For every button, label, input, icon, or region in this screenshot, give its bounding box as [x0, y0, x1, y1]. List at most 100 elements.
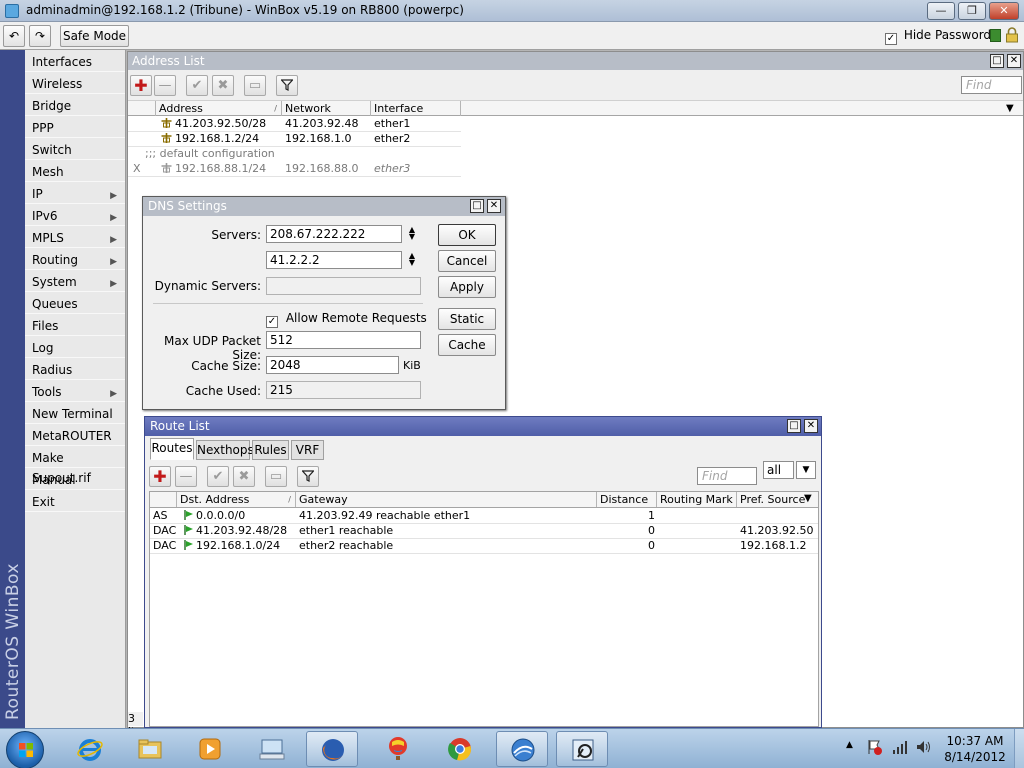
- show-hidden-icons-icon[interactable]: ▲: [846, 740, 853, 750]
- route-filter-select[interactable]: all: [763, 461, 794, 479]
- taskbar-chrome[interactable]: [434, 731, 486, 767]
- filter-dropdown-icon[interactable]: ▼: [796, 461, 816, 479]
- menu-item-manual[interactable]: Manual: [25, 470, 125, 490]
- menu-item-bridge[interactable]: Bridge: [25, 96, 125, 116]
- flag-column-header[interactable]: [128, 101, 156, 116]
- taskbar-windows-explorer[interactable]: [124, 731, 176, 767]
- dns-server-1-input[interactable]: 208.67.222.222: [266, 225, 402, 243]
- taskbar-remote-desktop[interactable]: [246, 731, 298, 767]
- server-2-reorder-icon[interactable]: ▲ ▼: [407, 252, 417, 268]
- menu-item-new-terminal[interactable]: New Terminal: [25, 404, 125, 424]
- table-row[interactable]: DAC 192.168.1.0/24 ether2 reachable 0 19…: [150, 539, 818, 554]
- add-route-button[interactable]: ✚: [149, 466, 171, 487]
- action-center-flag-icon[interactable]: [866, 739, 882, 755]
- volume-icon[interactable]: [916, 740, 932, 754]
- ok-button[interactable]: OK: [438, 224, 496, 246]
- dst-address-column-header[interactable]: Dst. Address /: [177, 492, 296, 507]
- table-row[interactable]: AS 0.0.0.0/0 41.203.92.49 reachable ethe…: [150, 509, 818, 524]
- enable-button[interactable]: ✔: [186, 75, 208, 96]
- remove-route-button[interactable]: —: [175, 466, 197, 487]
- allow-remote-requests-toggle[interactable]: ✓ Allow Remote Requests: [266, 311, 427, 328]
- column-menu-dropdown-icon[interactable]: ▼: [804, 493, 812, 504]
- safe-mode-button[interactable]: Safe Mode: [60, 25, 129, 47]
- table-row[interactable]: X 192.168.88.1/24 192.168.88.0 ether3: [128, 162, 461, 177]
- routing-mark-column-header[interactable]: Routing Mark: [657, 492, 737, 507]
- filter-button[interactable]: [276, 75, 298, 96]
- menu-item-radius[interactable]: Radius: [25, 360, 125, 380]
- menu-item-ppp[interactable]: PPP: [25, 118, 125, 138]
- flags-column-header[interactable]: [150, 492, 177, 507]
- taskbar-media-player[interactable]: [184, 731, 236, 767]
- table-row[interactable]: DAC 41.203.92.48/28 ether1 reachable 0 4…: [150, 524, 818, 539]
- tab-rules[interactable]: Rules: [252, 440, 289, 460]
- disable-route-button[interactable]: ✖: [233, 466, 255, 487]
- route-list-close-button[interactable]: ✕: [804, 419, 818, 433]
- taskbar-firefox[interactable]: [306, 731, 358, 767]
- interface-column-header[interactable]: Interface: [371, 101, 461, 116]
- route-list-maximize-button[interactable]: □: [787, 419, 801, 433]
- menu-item-metarouter[interactable]: MetaROUTER: [25, 426, 125, 446]
- start-button[interactable]: [6, 731, 44, 768]
- table-row[interactable]: 41.203.92.50/28 41.203.92.48 ether1: [128, 117, 461, 132]
- dns-server-2-input[interactable]: 41.2.2.2: [266, 251, 402, 269]
- dns-titlebar[interactable]: DNS Settings: [143, 197, 505, 216]
- taskbar-clock[interactable]: 10:37 AM 8/14/2012: [940, 733, 1010, 765]
- redo-button[interactable]: ↷: [29, 25, 51, 47]
- dns-maximize-button[interactable]: □: [470, 199, 484, 213]
- menu-item-routing[interactable]: Routing ▶: [25, 250, 125, 270]
- tab-nexthops[interactable]: Nexthops: [196, 440, 254, 460]
- taskbar-paint[interactable]: [372, 731, 424, 767]
- address-list-maximize-button[interactable]: □: [990, 54, 1004, 68]
- address-list-titlebar[interactable]: Address List: [128, 52, 1023, 70]
- route-list-titlebar[interactable]: Route List: [145, 417, 821, 436]
- menu-item-interfaces[interactable]: Interfaces: [25, 52, 125, 72]
- address-column-header[interactable]: Address /: [156, 101, 282, 116]
- comment-button[interactable]: ▭: [244, 75, 266, 96]
- menu-item-queues[interactable]: Queues: [25, 294, 125, 314]
- close-button[interactable]: ✕: [989, 2, 1019, 20]
- show-desktop-button[interactable]: [1014, 729, 1024, 768]
- cache-button[interactable]: Cache: [438, 334, 496, 356]
- route-find-input[interactable]: Find: [697, 467, 757, 485]
- apply-button[interactable]: Apply: [438, 276, 496, 298]
- address-find-input[interactable]: Find: [961, 76, 1022, 94]
- enable-route-button[interactable]: ✔: [207, 466, 229, 487]
- network-signal-icon[interactable]: [892, 740, 908, 754]
- menu-item-files[interactable]: Files: [25, 316, 125, 336]
- column-menu-dropdown-icon[interactable]: ▼: [1006, 103, 1014, 114]
- menu-item-system[interactable]: System ▶: [25, 272, 125, 292]
- network-column-header[interactable]: Network: [282, 101, 371, 116]
- menu-item-wireless[interactable]: Wireless: [25, 74, 125, 94]
- cache-size-input[interactable]: 2048: [266, 356, 399, 374]
- dns-close-button[interactable]: ✕: [487, 199, 501, 213]
- hide-passwords-checkbox[interactable]: ✓: [885, 33, 897, 45]
- minimize-button[interactable]: —: [927, 2, 955, 20]
- taskbar-internet-explorer[interactable]: [64, 731, 116, 767]
- table-row[interactable]: 192.168.1.2/24 192.168.1.0 ether2: [128, 132, 461, 147]
- menu-item-log[interactable]: Log: [25, 338, 125, 358]
- address-list-close-button[interactable]: ✕: [1007, 54, 1021, 68]
- menu-item-make-supout-rif[interactable]: Make Supout.rif: [25, 448, 125, 485]
- distance-column-header[interactable]: Distance: [597, 492, 657, 507]
- taskbar-snipping[interactable]: [556, 731, 608, 767]
- server-1-reorder-icon[interactable]: ▲ ▼: [407, 226, 417, 242]
- gateway-column-header[interactable]: Gateway: [296, 492, 597, 507]
- allow-remote-requests-checkbox[interactable]: ✓: [266, 316, 278, 328]
- static-button[interactable]: Static: [438, 308, 496, 330]
- menu-item-ipv6[interactable]: IPv6 ▶: [25, 206, 125, 226]
- maximize-button[interactable]: ❐: [958, 2, 986, 20]
- route-filter-button[interactable]: [297, 466, 319, 487]
- disable-button[interactable]: ✖: [212, 75, 234, 96]
- menu-item-tools[interactable]: Tools ▶: [25, 382, 125, 402]
- hide-passwords-toggle[interactable]: ✓ Hide Passwords: [885, 28, 997, 45]
- comment-route-button[interactable]: ▭: [265, 466, 287, 487]
- menu-item-ip[interactable]: IP ▶: [25, 184, 125, 204]
- taskbar-winbox[interactable]: [496, 731, 548, 767]
- undo-button[interactable]: ↶: [3, 25, 25, 47]
- menu-item-mpls[interactable]: MPLS ▶: [25, 228, 125, 248]
- max-udp-packet-size-input[interactable]: 512: [266, 331, 421, 349]
- add-button[interactable]: ✚: [130, 75, 152, 96]
- tab-vrf[interactable]: VRF: [291, 440, 324, 460]
- remove-button[interactable]: —: [154, 75, 176, 96]
- menu-item-mesh[interactable]: Mesh: [25, 162, 125, 182]
